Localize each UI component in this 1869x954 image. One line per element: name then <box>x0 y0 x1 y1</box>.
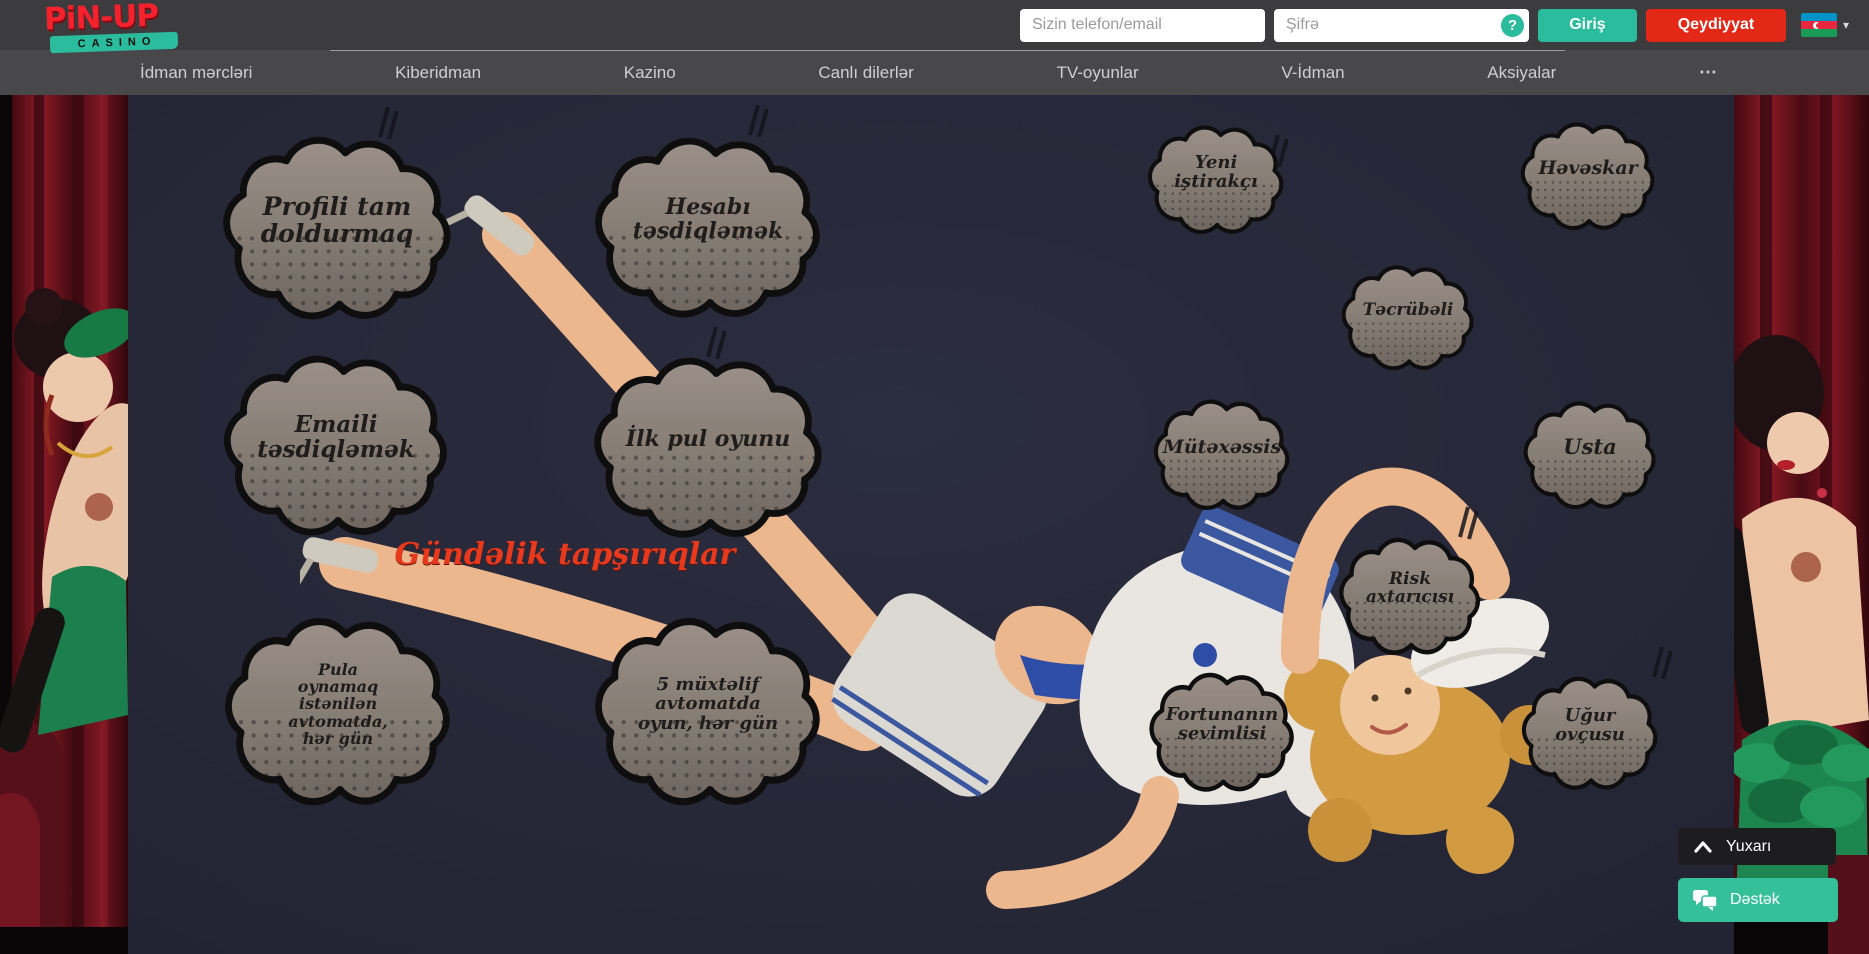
nav-item-i-dman-mərcləri[interactable]: İdman mərcləri <box>130 59 262 87</box>
task-cloud-label: Fortunanın sevimlisi <box>1141 669 1303 796</box>
task-cloud: Pula oynamaq istənilən avtomatda, hər gü… <box>212 612 464 812</box>
pin-up-logo[interactable]: PiN-UP CASINO <box>44 2 194 51</box>
language-switcher[interactable]: ▾ <box>1801 13 1849 37</box>
task-cloud-label: İlk pul oyunu <box>581 352 836 544</box>
task-cloud-label: Təcrübəli <box>1334 262 1482 374</box>
task-cloud: Mütəxəssis <box>1146 396 1298 514</box>
nav-item-tv-oyunlar[interactable]: TV-oyunlar <box>1046 59 1148 87</box>
task-cloud-label: Yeni iştirakçı <box>1140 122 1292 238</box>
password-help-icon[interactable]: ? <box>1501 14 1524 37</box>
task-cloud: Yeni iştirakçı <box>1140 122 1292 238</box>
chat-icon <box>1692 889 1718 911</box>
scroll-to-top-button[interactable]: Yuxarı <box>1678 828 1836 865</box>
nav-item-kazino[interactable]: Kazino <box>614 59 686 87</box>
support-button[interactable]: Dəstək <box>1678 878 1838 922</box>
password-wrap: ? <box>1274 9 1529 42</box>
task-cloud: İlk pul oyunu <box>581 352 836 544</box>
chevron-down-icon: ▾ <box>1843 18 1849 32</box>
login-button[interactable]: Giriş <box>1538 9 1637 42</box>
task-cloud: Təcrübəli <box>1334 262 1482 374</box>
nav-more-button[interactable]: ⋯ <box>1689 58 1729 87</box>
auth-bar: ? Giriş Qeydiyyat ▾ <box>1020 8 1849 42</box>
chevron-up-icon <box>1692 839 1714 854</box>
task-cloud-label: Emaili təsdiqləmək <box>211 350 461 542</box>
phone-email-input[interactable] <box>1020 9 1265 42</box>
task-cloud-label: Pula oynamaq istənilən avtomatda, hər gü… <box>212 612 464 812</box>
daily-tasks-banner: Profili tam doldurmaq Hesabı təsdiqləmək Y… <box>0 95 1869 954</box>
task-cloud: Risk axtarıcısı <box>1331 534 1489 659</box>
azerbaijan-flag-icon <box>1801 13 1837 37</box>
task-cloud: Profili tam doldurmaq <box>210 131 465 326</box>
scroll-to-top-label: Yuxarı <box>1726 838 1771 856</box>
register-button[interactable]: Qeydiyyat <box>1646 9 1786 42</box>
task-cloud: Hesabı təsdiqləmək <box>582 132 834 324</box>
nav-list: İdman mərcləri Kiberidman Kazino Canlı dile… <box>130 50 1729 95</box>
task-cloud: Usta <box>1516 398 1664 513</box>
task-cloud: Fortunanın sevimlisi <box>1141 669 1303 796</box>
nav-item-canl-dilerlər[interactable]: Canlı dilerlər <box>808 59 923 87</box>
task-cloud: 5 müxtəlif avtomatda oyun, hər gün <box>582 612 834 812</box>
task-cloud-label: Usta <box>1516 398 1664 513</box>
logo-text: PiN-UP <box>44 0 195 35</box>
logo-casino-band: CASINO <box>50 32 179 53</box>
main-navbar: İdman mərcləri Kiberidman Kazino Canlı dile… <box>0 50 1869 95</box>
task-cloud-label: Risk axtarıcısı <box>1331 534 1489 659</box>
task-cloud-label: Mütəxəssis <box>1146 396 1298 514</box>
task-cloud-label: Həvəskar <box>1513 119 1663 234</box>
daily-tasks-title: Gündəlik tapşırıqlar <box>380 537 750 572</box>
nav-item-aksiyalar[interactable]: Aksiyalar <box>1477 59 1566 87</box>
task-cloud: Emaili təsdiqləmək <box>211 350 461 542</box>
nav-item-kiberidman[interactable]: Kiberidman <box>385 59 491 87</box>
task-cloud-label: Profili tam doldurmaq <box>210 131 465 326</box>
top-header: PiN-UP CASINO ? Giriş Qeydiyyat ▾ <box>0 0 1869 50</box>
password-input[interactable] <box>1274 9 1529 42</box>
task-cloud-label: Uğur ovçusu <box>1514 673 1666 794</box>
task-cloud-label: Hesabı təsdiqləmək <box>582 132 834 324</box>
clouds-layer: Profili tam doldurmaq Hesabı təsdiqləmək Y… <box>0 95 1869 954</box>
nav-item-v-i-dman[interactable]: V-İdman <box>1271 59 1354 87</box>
task-cloud: Həvəskar <box>1513 119 1663 234</box>
task-cloud: Uğur ovçusu <box>1514 673 1666 794</box>
task-cloud-label: 5 müxtəlif avtomatda oyun, hər gün <box>582 612 834 812</box>
support-label: Dəstək <box>1730 891 1780 909</box>
